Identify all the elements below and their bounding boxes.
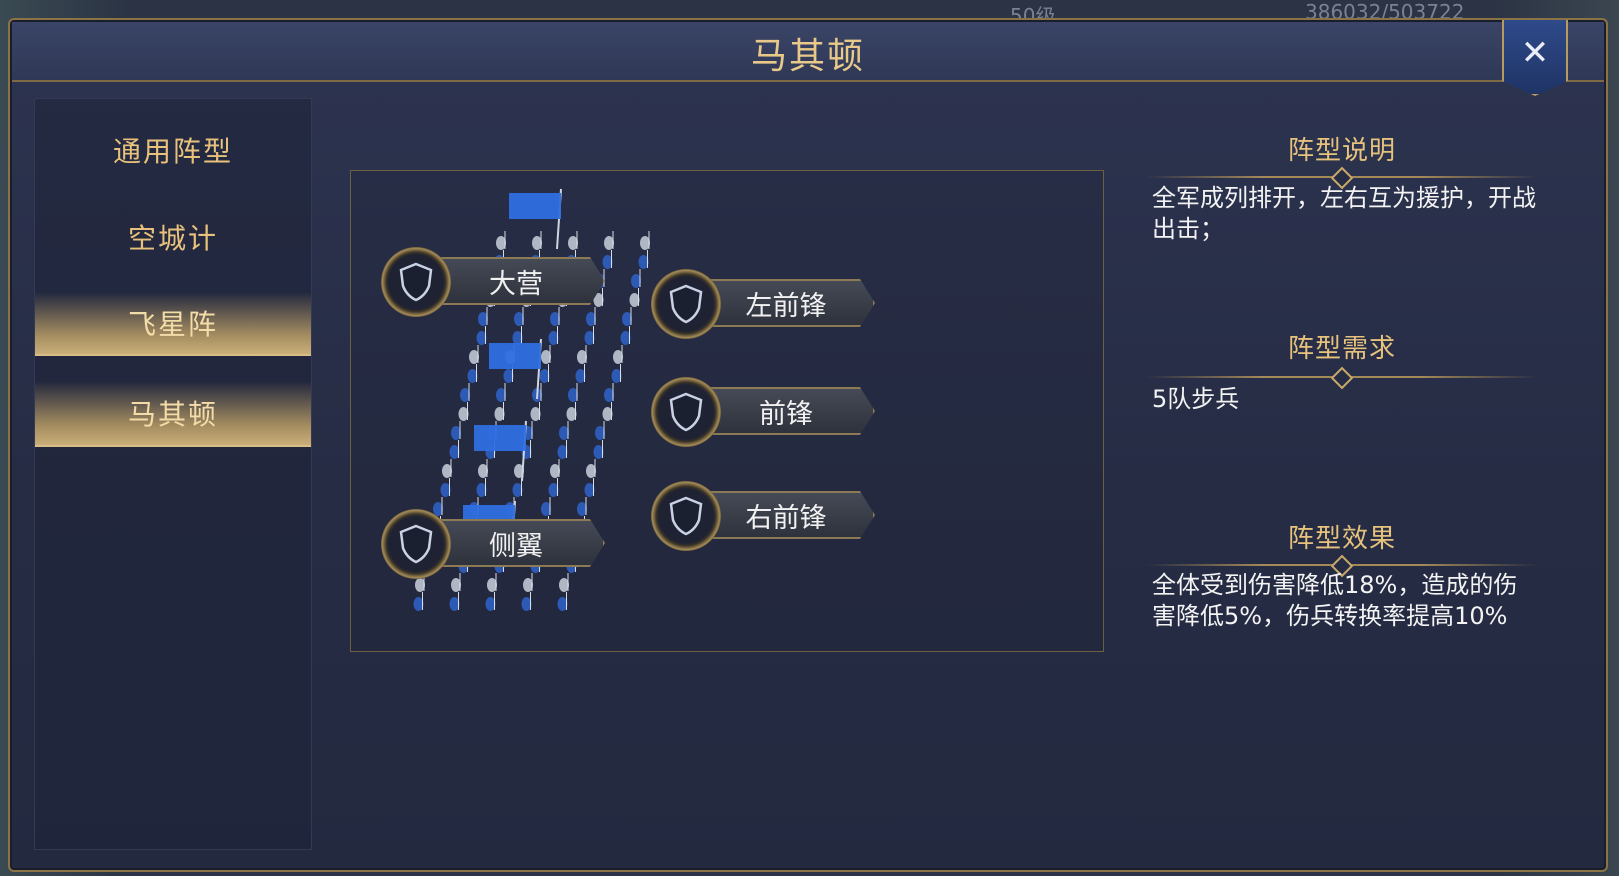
dialog-title: 马其顿 [750, 36, 865, 77]
nav-item-general[interactable]: 通用阵型 [35, 119, 311, 181]
formation-board: 大营 左前锋 前锋 右前锋 侧翼 [350, 170, 1104, 652]
nav-item-empty-city[interactable]: 空城计 [35, 206, 311, 268]
slot-vanguard[interactable]: 前锋 [651, 377, 881, 447]
section-divider [1146, 376, 1538, 378]
shield-icon [651, 269, 721, 339]
formation-list: 通用阵型 空城计 飞星阵 马其顿 [34, 98, 312, 850]
slot-flank[interactable]: 侧翼 [381, 509, 611, 579]
nav-item-macedon[interactable]: 马其顿 [35, 381, 311, 447]
effect-text: 全体受到伤害降低18%，造成的伤害降低5%，伤兵转换率提高10% [1152, 571, 1518, 630]
title-bar: 马其顿 [12, 22, 1604, 82]
shield-icon [381, 247, 451, 317]
close-button[interactable]: ✕ [1502, 20, 1568, 96]
description-title: 阵型说明 [1287, 136, 1396, 166]
effect-title: 阵型效果 [1287, 524, 1396, 554]
shield-icon [381, 509, 451, 579]
requirement-text: 5队步兵 [1152, 385, 1240, 413]
formation-dialog: 马其顿 ✕ 通用阵型 空城计 飞星阵 马其顿 大营 左前锋 前锋 右前锋 侧翼 … [8, 18, 1608, 872]
close-icon: ✕ [1520, 33, 1550, 73]
requirement-title: 阵型需求 [1287, 334, 1396, 364]
slot-left-vanguard[interactable]: 左前锋 [651, 269, 881, 339]
section-divider [1146, 564, 1538, 566]
nav-item-flying-star[interactable]: 飞星阵 [35, 292, 311, 356]
shield-icon [651, 481, 721, 551]
description-text: 全军成列排开，左右互为援护，开战出击； [1152, 184, 1536, 243]
section-divider [1146, 176, 1538, 178]
slot-camp[interactable]: 大营 [381, 247, 611, 317]
slot-right-vanguard[interactable]: 右前锋 [651, 481, 881, 551]
shield-icon [651, 377, 721, 447]
